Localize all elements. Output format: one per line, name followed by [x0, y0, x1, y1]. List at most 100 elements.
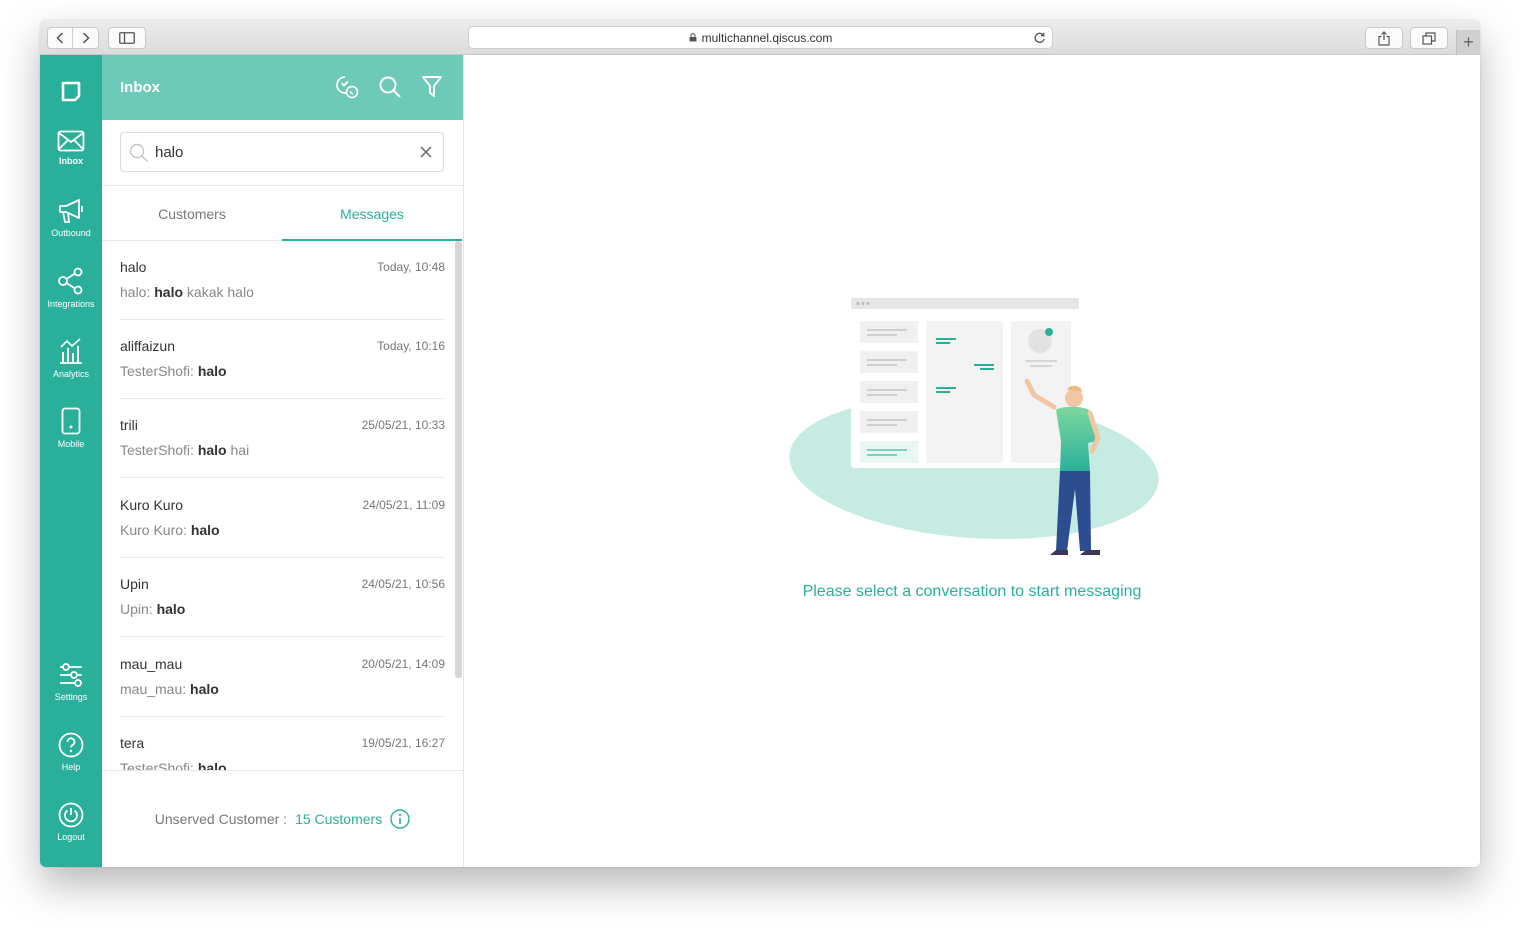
lock-icon — [689, 33, 697, 42]
url-text: multichannel.qiscus.com — [701, 30, 833, 45]
message-results-list: halo Today, 10:48 halo: halo kakak halo … — [102, 241, 463, 770]
rail-item-help[interactable]: Help — [40, 732, 102, 792]
browser-window: multichannel.qiscus.com + Inbox Outbound — [40, 20, 1480, 867]
list-item[interactable]: aliffaizun Today, 10:16 TesterShofi: hal… — [120, 320, 445, 399]
timestamp: 24/05/21, 11:09 — [362, 498, 445, 512]
message-snippet: TesterShofi: halo — [120, 760, 227, 770]
back-icon[interactable] — [48, 28, 74, 48]
rail-item-integrations[interactable]: Integrations — [40, 267, 102, 327]
list-item[interactable]: trili 25/05/21, 10:33 TesterShofi: halo … — [120, 399, 445, 478]
timestamp: Today, 10:48 — [377, 260, 445, 274]
mobile-icon — [61, 407, 81, 435]
browser-toolbar: multichannel.qiscus.com + — [40, 20, 1480, 55]
search-match: halo — [190, 522, 220, 538]
tab-messages[interactable]: Messages — [282, 186, 462, 241]
megaphone-icon — [59, 199, 83, 223]
sender-name: TesterShofi — [120, 760, 191, 770]
timestamp: 24/05/21, 10:56 — [361, 577, 445, 591]
empty-state-illustration-icon — [789, 298, 1159, 555]
sliders-icon — [60, 663, 82, 687]
sender-name: halo — [120, 284, 147, 300]
nav-rail: Inbox Outbound Integrations Analytics Mo… — [40, 55, 102, 867]
whatsapp-chat-icon[interactable] — [335, 75, 359, 99]
conversation-name: aliffaizun — [120, 338, 176, 354]
rail-label: Logout — [57, 832, 85, 842]
search-icon[interactable] — [378, 75, 402, 99]
tab-customers[interactable]: Customers — [102, 186, 282, 241]
power-icon — [58, 802, 84, 828]
sidebar-icon — [119, 32, 135, 44]
new-tab-button[interactable]: + — [1456, 30, 1480, 55]
sender-name: mau_mau — [120, 681, 183, 697]
rail-label: Outbound — [51, 228, 91, 238]
search-box — [120, 132, 444, 172]
info-icon[interactable] — [390, 809, 410, 829]
share-button[interactable] — [1365, 27, 1403, 49]
conversation-name: trili — [120, 417, 138, 433]
message-snippet: halo: halo kakak halo — [120, 284, 254, 300]
snippet-rest: kakak halo — [183, 284, 254, 300]
tabs-icon — [1422, 31, 1436, 45]
back-forward-group — [47, 27, 99, 49]
list-item[interactable]: halo Today, 10:48 halo: halo kakak halo — [120, 241, 445, 320]
timestamp: 19/05/21, 16:27 — [361, 736, 445, 750]
rail-item-logout[interactable]: Logout — [40, 802, 102, 862]
search-icon — [129, 143, 148, 162]
sender-name: TesterShofi — [120, 363, 191, 379]
forward-icon[interactable] — [73, 28, 98, 48]
conversation-name: Upin — [120, 576, 149, 592]
rail-label: Integrations — [47, 299, 95, 309]
reload-icon[interactable] — [1033, 31, 1046, 44]
analytics-icon — [60, 338, 82, 364]
rail-label: Analytics — [52, 369, 89, 379]
message-snippet: TesterShofi: halo hai — [120, 442, 250, 458]
rail-item-inbox[interactable]: Inbox — [40, 130, 102, 190]
share-icon — [1378, 30, 1390, 46]
rail-item-analytics[interactable]: Analytics — [40, 337, 102, 397]
address-bar[interactable]: multichannel.qiscus.com — [468, 26, 1053, 49]
sender-name: Upin — [120, 601, 149, 617]
inbox-icon — [57, 130, 85, 152]
search-match: halo — [156, 601, 186, 617]
close-icon[interactable] — [419, 145, 433, 159]
list-item[interactable]: Upin 24/05/21, 10:56 Upin: halo — [120, 558, 445, 637]
sender-name: TesterShofi — [120, 442, 191, 458]
search-match: halo — [154, 284, 184, 300]
search-match: halo — [197, 442, 227, 458]
qiscus-logo-icon — [61, 81, 81, 102]
rail-label: Inbox — [59, 156, 83, 166]
rail-item-mobile[interactable]: Mobile — [40, 407, 102, 467]
list-item[interactable]: mau_mau 20/05/21, 14:09 mau_mau: halo — [120, 638, 445, 717]
message-snippet: mau_mau: halo — [120, 681, 219, 697]
message-snippet: Upin: halo — [120, 601, 186, 617]
conversation-name: Kuro Kuro — [120, 497, 184, 513]
timestamp: 25/05/21, 10:33 — [361, 418, 445, 432]
search-tabs: Customers Messages — [102, 185, 463, 241]
panel-header: Inbox — [102, 55, 463, 120]
rail-item-settings[interactable]: Settings — [40, 662, 102, 722]
rail-label: Mobile — [57, 439, 85, 449]
rail-item-outbound[interactable]: Outbound — [40, 198, 102, 258]
tabs-overview-button[interactable] — [1410, 27, 1448, 49]
empty-state-message: Please select a conversation to start me… — [802, 583, 1142, 600]
filter-icon[interactable] — [421, 75, 443, 99]
message-snippet: Kuro Kuro: halo — [120, 522, 220, 538]
rail-label: Settings — [54, 692, 88, 702]
search-match: halo — [197, 760, 227, 770]
sidebar-toggle-button[interactable] — [108, 27, 146, 49]
unserved-customer-footer: Unserved Customer : 15 Customers — [102, 770, 463, 867]
unserved-count-link[interactable]: 15 Customers — [295, 811, 382, 827]
conversation-name: mau_mau — [120, 656, 183, 672]
search-match: halo — [190, 681, 219, 697]
timestamp: 20/05/21, 14:09 — [361, 657, 445, 671]
scrollbar[interactable] — [455, 241, 462, 678]
sender-name: Kuro Kuro — [120, 522, 184, 538]
app: Inbox Outbound Integrations Analytics Mo… — [40, 55, 1480, 867]
list-item[interactable]: tera 19/05/21, 16:27 TesterShofi: halo — [120, 717, 445, 770]
unserved-label: Unserved Customer : — [154, 811, 288, 827]
search-input[interactable] — [155, 142, 405, 162]
message-snippet: TesterShofi: halo — [120, 363, 227, 379]
conversation-name: halo — [120, 259, 147, 275]
list-item[interactable]: Kuro Kuro 24/05/21, 11:09 Kuro Kuro: hal… — [120, 479, 445, 558]
help-icon — [58, 732, 84, 758]
